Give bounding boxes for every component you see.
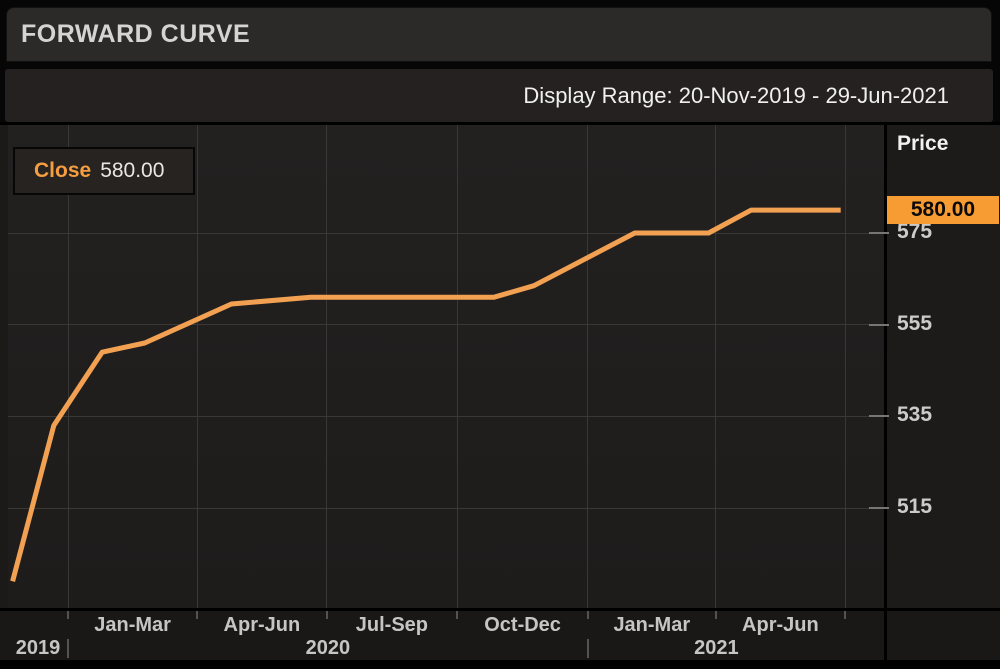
price-tick-mark (869, 507, 889, 509)
price-tick-label: 535 (897, 403, 967, 427)
year-divider-tick (67, 639, 69, 658)
quarter-label: Apr-Jun (197, 614, 327, 637)
price-axis-title: Price (897, 132, 948, 156)
legend-series-name: Close (34, 159, 91, 183)
display-range-bar[interactable]: Display Range: 20-Nov-2019 - 29-Jun-2021 (5, 69, 993, 122)
year-label: 2019 (0, 637, 103, 660)
quarter-label: Oct-Dec (458, 614, 588, 637)
price-tick-mark (869, 232, 889, 234)
year-divider-tick (587, 639, 589, 658)
title-bar: FORWARD CURVE (6, 7, 992, 62)
quarter-label: Jan-Mar (68, 614, 198, 637)
legend-box: Close 580.00 (13, 147, 195, 195)
quarter-label: Jul-Sep (327, 614, 457, 637)
price-tick-mark (869, 415, 889, 417)
date-axis: Jan-MarApr-JunJul-SepOct-DecJan-MarApr-J… (0, 608, 1000, 660)
chart-plot-area[interactable] (8, 125, 884, 608)
legend-series-value: 580.00 (100, 159, 164, 183)
price-tick-mark (869, 324, 889, 326)
quarter-label: Apr-Jun (715, 614, 845, 637)
price-tick-label: 555 (897, 312, 967, 336)
quarter-label: Jan-Mar (587, 614, 717, 637)
chart-left-margin (0, 125, 8, 608)
year-label: 2021 (651, 637, 781, 660)
page-title: FORWARD CURVE (21, 20, 250, 49)
display-range-text: Display Range: 20-Nov-2019 - 29-Jun-2021 (523, 83, 949, 109)
forward-curve-window: FORWARD CURVE Display Range: 20-Nov-2019… (0, 0, 1000, 669)
forward-curve-line (8, 125, 884, 608)
bottom-border (0, 660, 1000, 669)
year-label: 2020 (263, 637, 393, 660)
last-price-badge: 580.00 (887, 196, 999, 224)
price-tick-label: 515 (897, 495, 967, 519)
